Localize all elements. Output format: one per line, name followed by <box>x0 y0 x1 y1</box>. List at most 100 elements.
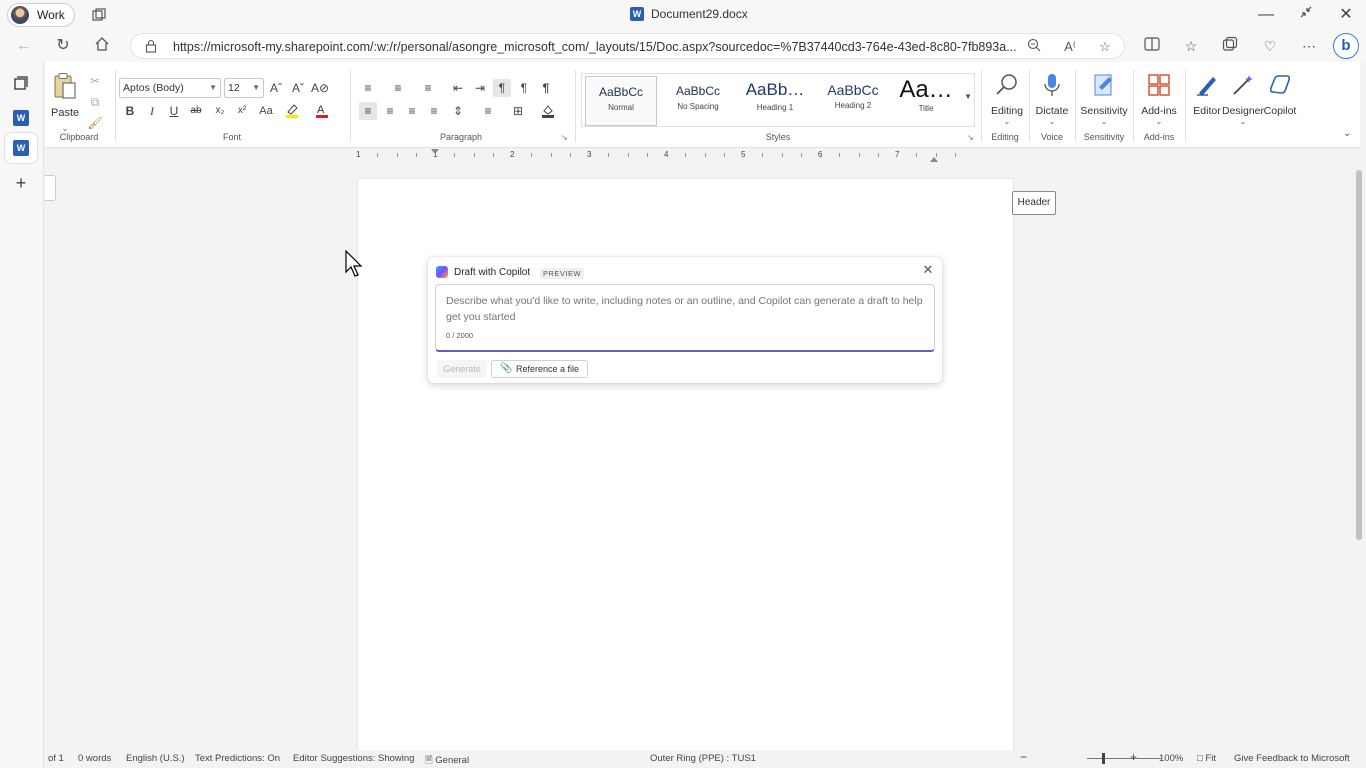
refresh-icon[interactable]: ↻ <box>53 36 73 56</box>
close-window-button[interactable]: ✕ <box>1334 4 1358 26</box>
left-indent-marker[interactable] <box>431 149 439 161</box>
zoom-out-button[interactable]: − <box>1020 750 1027 764</box>
restore-button[interactable] <box>1294 4 1318 26</box>
page-count[interactable]: of 1 <box>48 753 64 764</box>
right-indent-marker[interactable] <box>930 156 938 162</box>
dictate-button[interactable]: Dictate ⌄ <box>1026 72 1078 126</box>
copilot-button[interactable]: Copilot <box>1254 72 1306 117</box>
reference-file-button[interactable]: 📎 Reference a file <box>491 360 588 378</box>
profile-button[interactable]: Work <box>7 3 75 27</box>
copy-icon[interactable]: ⧉ <box>86 93 104 111</box>
word-count[interactable]: 0 words <box>78 753 111 764</box>
copilot-prompt-input[interactable] <box>435 284 935 352</box>
tab-actions-icon[interactable] <box>10 74 32 96</box>
font-size-combo[interactable]: 12 ▼ <box>224 78 264 98</box>
url-box[interactable]: https://microsoft-my.sharepoint.com/:w:/… <box>130 33 1125 59</box>
justify-icon[interactable]: ≡ <box>425 102 443 120</box>
copilot-icon <box>1265 72 1295 102</box>
line-spacing-icon[interactable]: ⇕ <box>449 102 467 120</box>
zoom-in-button[interactable]: + <box>1130 750 1137 764</box>
collections-icon[interactable] <box>1220 36 1240 56</box>
document-title-text: Document29.docx <box>651 7 748 21</box>
numbering-icon[interactable]: ≡ <box>389 79 407 97</box>
decrease-indent-icon[interactable]: ⇤ <box>449 79 467 97</box>
grow-font-icon[interactable]: Aˆ <box>267 79 285 97</box>
generate-button[interactable]: Generate <box>437 360 487 378</box>
font-name-combo[interactable]: Aptos (Body) ▼ <box>119 78 221 98</box>
font-color-icon[interactable]: A <box>313 102 331 120</box>
ltr-direction-icon[interactable]: ¶ <box>493 79 511 97</box>
bold-button[interactable]: B <box>121 102 139 120</box>
text-predictions-status[interactable]: Text Predictions: On <box>195 753 280 764</box>
strikethrough-button[interactable]: ab <box>187 102 205 120</box>
favorite-star-icon[interactable]: ☆ <box>1096 38 1114 56</box>
zoom-level[interactable]: 100% <box>1159 753 1183 764</box>
dialog-launcher-icon[interactable]: ↘ <box>967 134 975 142</box>
split-screen-icon[interactable] <box>1142 36 1162 56</box>
copilot-sidebar-icon[interactable]: b <box>1333 33 1359 59</box>
voice-group-label: Voice <box>1040 132 1064 142</box>
sensitivity-button[interactable]: Sensitivity ⌄ <box>1078 72 1130 126</box>
status-bar: of 1 0 words English (U.S.) Text Predict… <box>45 750 1366 768</box>
subscript-button[interactable]: x₂ <box>211 102 229 120</box>
superscript-button[interactable]: x² <box>233 102 251 120</box>
new-tab-plus-icon[interactable]: + <box>10 172 32 194</box>
underline-button[interactable]: U <box>165 102 183 120</box>
lock-icon[interactable] <box>145 39 159 53</box>
align-center-icon[interactable]: ≡ <box>381 102 399 120</box>
back-icon[interactable]: ← <box>14 36 34 56</box>
zoom-slider-thumb[interactable] <box>1102 753 1105 764</box>
ruler-number: 2 <box>510 150 515 159</box>
profile-label: Work <box>37 8 65 22</box>
copilot-card-title: Draft with Copilot <box>454 267 531 278</box>
zoom-slider-track[interactable] <box>1087 758 1161 759</box>
italic-button[interactable]: I <box>143 102 161 120</box>
increase-indent-icon[interactable]: ⇥ <box>471 79 489 97</box>
addins-button[interactable]: Add-ins ⌄ <box>1133 72 1185 126</box>
zoom-out-icon[interactable] <box>1025 38 1043 56</box>
word-active-tab-icon[interactable]: W <box>13 140 29 156</box>
title-bar: Work W Document29.docx — ✕ <box>0 0 1366 30</box>
bullets-icon[interactable]: ≡ <box>359 79 377 97</box>
paste-button[interactable]: Paste ⌄ <box>51 72 79 137</box>
minimize-button[interactable]: — <box>1254 4 1278 26</box>
format-painter-icon[interactable]: 🖌 <box>86 114 104 132</box>
workspaces-icon[interactable] <box>91 7 107 23</box>
clear-formatting-icon[interactable]: A⊘ <box>311 79 329 97</box>
multilevel-list-icon[interactable]: ≡ <box>419 79 437 97</box>
font-group-label: Font <box>222 132 241 142</box>
close-icon[interactable]: ✕ <box>921 263 935 277</box>
url-text[interactable]: https://microsoft-my.sharepoint.com/:w:/… <box>173 40 1017 54</box>
favorites-icon[interactable]: ☆ <box>1181 36 1201 56</box>
borders-icon[interactable]: ⊞ <box>509 102 527 120</box>
change-case-button[interactable]: Aa <box>255 102 277 120</box>
chevron-down-icon: ▼ <box>209 83 217 92</box>
more-options-icon[interactable]: ⋯ <box>1299 36 1319 56</box>
show-formatting-marks-icon[interactable]: ¶ <box>537 79 555 97</box>
paragraph-spacing-icon[interactable]: ≡ <box>479 102 497 120</box>
horizontal-ruler[interactable]: 11234567 <box>356 149 988 162</box>
dialog-launcher-icon[interactable]: ↘ <box>561 134 569 142</box>
collapse-ribbon-icon[interactable]: ⌄ <box>1343 128 1351 139</box>
align-right-icon[interactable]: ≡ <box>403 102 421 120</box>
browser-essentials-icon[interactable]: ♡ <box>1260 36 1280 56</box>
sensitivity-status[interactable]: 🗎 General <box>425 753 469 768</box>
header-tag[interactable]: Header <box>1012 191 1056 215</box>
feedback-link[interactable]: Give Feedback to Microsoft <box>1234 753 1350 764</box>
language-status[interactable]: English (U.S.) <box>126 753 185 764</box>
rtl-direction-icon[interactable]: ¶ <box>515 79 533 97</box>
highlight-color-icon[interactable] <box>283 102 301 120</box>
home-icon[interactable] <box>92 36 112 56</box>
vertical-scrollbar[interactable] <box>1356 170 1362 540</box>
read-aloud-icon[interactable]: A⁽ <box>1061 38 1079 56</box>
editor-suggestions-status[interactable]: Editor Suggestions: Showing <box>293 753 414 764</box>
fit-button[interactable]: □ Fit <box>1197 753 1216 764</box>
shrink-font-icon[interactable]: Aˇ <box>289 79 307 97</box>
cut-icon[interactable]: ✂ <box>86 72 104 90</box>
align-left-icon[interactable]: ≡ <box>359 102 377 120</box>
ruler-number: 4 <box>664 150 669 159</box>
word-tab-icon[interactable]: W <box>13 110 29 126</box>
paste-label: Paste <box>51 107 80 119</box>
shading-icon[interactable] <box>539 102 557 120</box>
navigation-pane-tab[interactable] <box>45 175 56 201</box>
